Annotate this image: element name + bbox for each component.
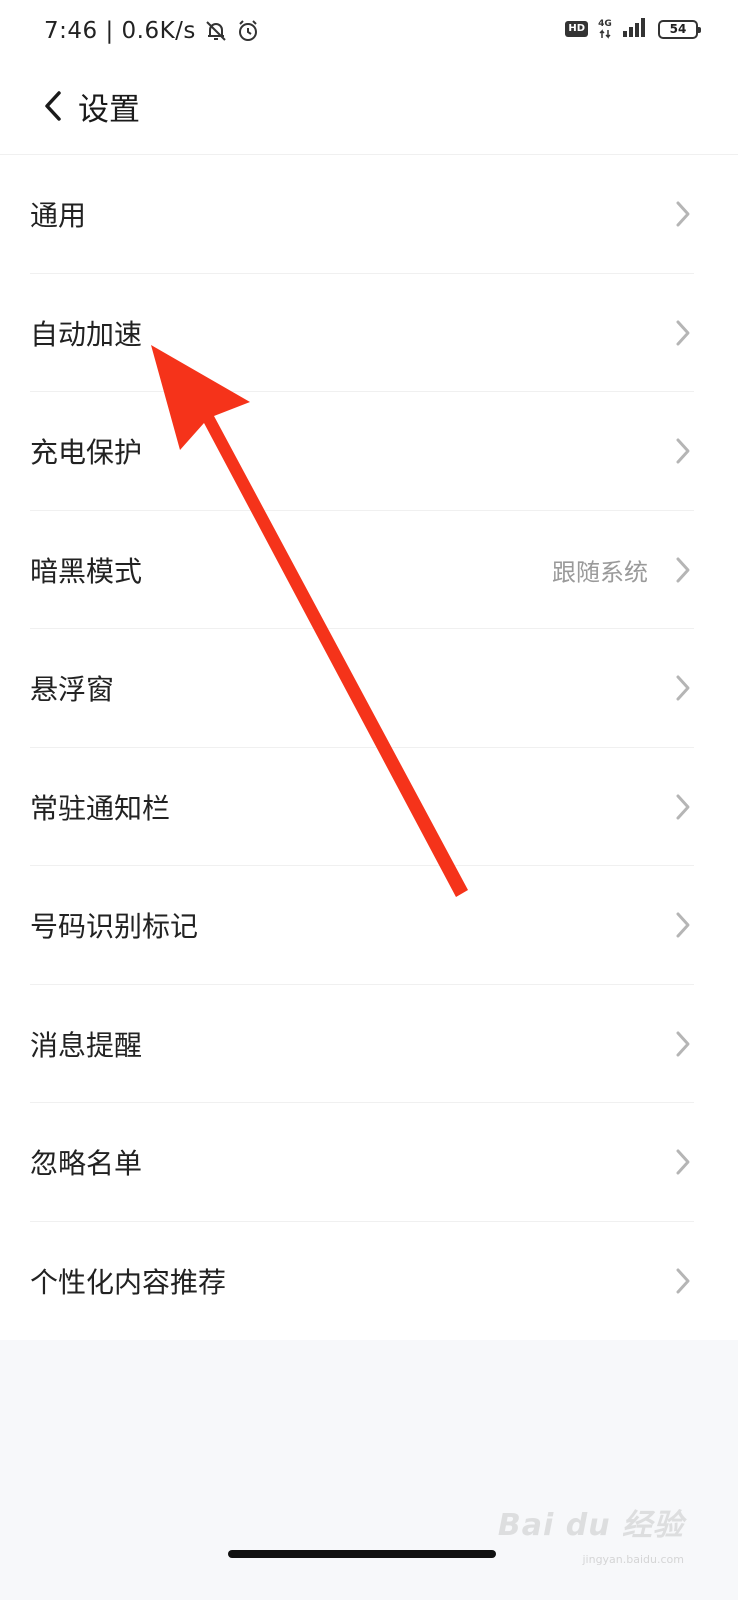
settings-list: 通用 自动加速 充电保护 暗黑模式 跟随系统 悬浮窗 常驻通知栏 号码识别标记 …	[0, 155, 738, 1340]
network-indicator: 4G	[598, 19, 612, 39]
settings-item-label: 消息提醒	[30, 1028, 143, 1062]
settings-item-floating-window[interactable]: 悬浮窗	[0, 629, 738, 748]
settings-item-label: 自动加速	[30, 317, 143, 351]
data-arrows-icon	[599, 29, 611, 39]
settings-screen: 7:46 | 0.6K/s HD 4G 54 设置 通用 自动加速 充电保护 暗…	[0, 0, 738, 1600]
status-bar: 7:46 | 0.6K/s HD 4G 54	[0, 0, 738, 64]
settings-item-dark-mode[interactable]: 暗黑模式 跟随系统	[0, 511, 738, 629]
chevron-right-icon	[674, 793, 692, 821]
watermark-logo: Bai du 经验	[497, 1508, 684, 1543]
chevron-right-icon	[674, 1148, 692, 1176]
settings-item-label: 通用	[30, 199, 87, 233]
battery-icon: 54	[658, 19, 701, 39]
settings-item-value: 跟随系统	[552, 558, 648, 587]
signal-icon	[622, 16, 648, 42]
settings-item-general[interactable]: 通用	[0, 155, 738, 274]
status-left: 7:46 | 0.6K/s	[44, 18, 260, 44]
settings-item-label: 充电保护	[30, 436, 143, 470]
page-title: 设置	[78, 92, 140, 128]
chevron-right-icon	[674, 200, 692, 228]
settings-item-auto-boost[interactable]: 自动加速	[0, 274, 738, 392]
chevron-right-icon	[674, 911, 692, 939]
settings-item-number-marking[interactable]: 号码识别标记	[0, 866, 738, 985]
watermark-url: jingyan.baidu.com	[582, 1553, 684, 1566]
chevron-right-icon	[674, 674, 692, 702]
header: 设置	[0, 64, 738, 155]
home-indicator[interactable]	[228, 1550, 496, 1558]
back-button[interactable]	[36, 86, 70, 126]
settings-item-label: 忽略名单	[30, 1147, 143, 1181]
settings-item-message-reminder[interactable]: 消息提醒	[0, 985, 738, 1103]
hd-badge: HD	[565, 21, 588, 37]
settings-item-label: 号码识别标记	[30, 910, 199, 944]
alarm-clock-icon	[236, 19, 260, 43]
settings-item-notification-bar[interactable]: 常驻通知栏	[0, 748, 738, 866]
settings-item-label: 暗黑模式	[30, 554, 143, 588]
status-time: 7:46 | 0.6K/s	[44, 18, 196, 44]
bell-muted-icon	[204, 19, 228, 43]
settings-item-ignore-list[interactable]: 忽略名单	[0, 1103, 738, 1222]
settings-item-label: 悬浮窗	[30, 673, 115, 707]
battery-level: 54	[669, 22, 687, 36]
chevron-right-icon	[674, 1267, 692, 1295]
settings-item-label: 常驻通知栏	[30, 791, 171, 825]
settings-item-label: 个性化内容推荐	[30, 1265, 227, 1299]
chevron-right-icon	[674, 1030, 692, 1058]
status-right: HD 4G 54	[565, 16, 701, 42]
chevron-right-icon	[674, 437, 692, 465]
chevron-right-icon	[674, 319, 692, 347]
network-label: 4G	[598, 19, 612, 29]
settings-item-charge-protection[interactable]: 充电保护	[0, 392, 738, 511]
chevron-left-icon	[45, 91, 61, 121]
chevron-right-icon	[674, 556, 692, 584]
settings-item-personalized-recommendation[interactable]: 个性化内容推荐	[0, 1222, 738, 1341]
